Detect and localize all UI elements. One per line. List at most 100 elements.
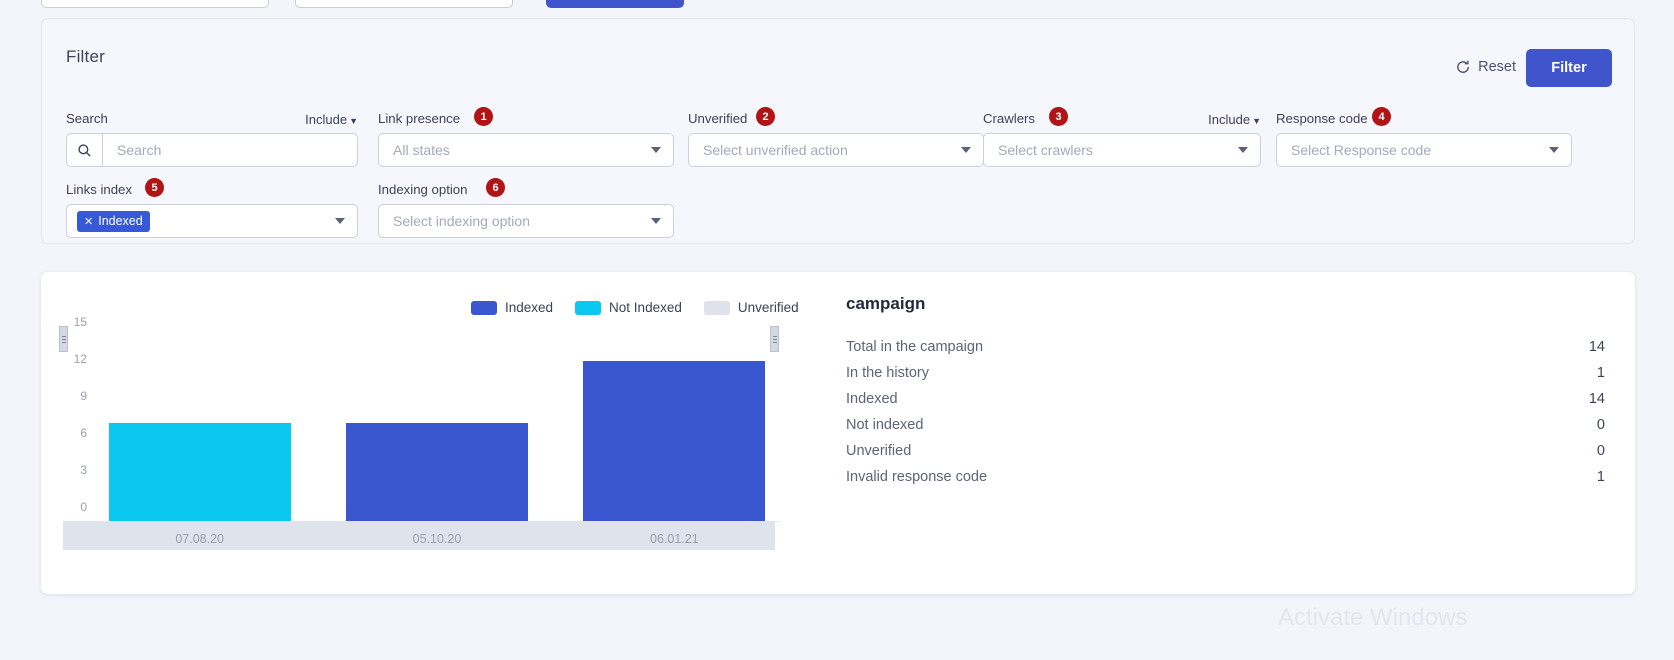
chart-range-navigator[interactable]: 07.08.20 05.10.20 06.01.21	[63, 521, 775, 550]
response-code-value: Select Response code	[1291, 142, 1432, 158]
field-badge-2: 2	[756, 107, 775, 126]
field-label-links-index: Links index	[66, 182, 132, 197]
legend-swatch-unverified	[703, 300, 730, 315]
stat-row: In the history 1	[846, 360, 1605, 386]
chevron-down-icon	[651, 218, 661, 224]
right-rail	[1662, 0, 1674, 660]
stat-row: Unverified 0	[846, 438, 1605, 464]
close-icon[interactable]: ✕	[84, 215, 93, 228]
y-tick-label: 6	[80, 426, 87, 441]
stat-label: Not indexed	[846, 417, 924, 433]
legend-label-unverified: Unverified	[737, 300, 799, 315]
field-label-link-presence: Link presence	[378, 111, 461, 126]
x-tick-label: 05.10.20	[412, 532, 462, 546]
stat-value: 0	[1596, 443, 1605, 459]
stat-value: 14	[1588, 339, 1605, 355]
x-tick-label: 06.01.21	[649, 532, 699, 546]
y-tick-label: 12	[73, 352, 87, 367]
filter-submit-button[interactable]: Filter	[1526, 49, 1612, 87]
search-icon	[67, 134, 103, 166]
include-toggle-search[interactable]: Include ▼	[305, 112, 358, 127]
links-index-select[interactable]: ✕ Indexed	[66, 204, 358, 238]
chevron-down-icon	[961, 147, 971, 153]
unverified-select[interactable]: Select unverified action	[688, 133, 984, 167]
legend-item-not-indexed[interactable]: Not Indexed	[575, 300, 682, 315]
field-badge-4: 4	[1372, 107, 1391, 126]
page-root: Filter Reset Filter Search Include ▼ Sea…	[0, 0, 1674, 660]
stat-label: In the history	[846, 365, 930, 381]
filter-panel-title: Filter	[66, 47, 105, 66]
x-tick-label: 07.08.20	[175, 532, 224, 546]
stat-label: Indexed	[846, 391, 898, 407]
chart-legend: Indexed Not Indexed Unverified	[471, 300, 811, 315]
include-label-search: Include	[305, 112, 348, 127]
field-label-indexing-option: Indexing option	[378, 182, 468, 197]
field-label-response-code: Response code	[1276, 111, 1368, 126]
campaign-title: campaign	[846, 294, 926, 313]
stat-value: 14	[1588, 391, 1605, 407]
legend-label-not-indexed: Not Indexed	[609, 300, 682, 315]
cutoff-button[interactable]	[546, 0, 684, 8]
field-badge-3: 3	[1049, 107, 1068, 126]
legend-item-indexed[interactable]: Indexed	[471, 300, 553, 315]
selected-tag-indexed[interactable]: ✕ Indexed	[77, 210, 150, 232]
y-tick-label: 15	[73, 315, 87, 330]
legend-swatch-not-indexed	[575, 300, 602, 315]
navigator-handle-right[interactable]	[770, 326, 779, 352]
stat-row: Invalid response code 1	[846, 464, 1605, 490]
bar-06.01.21[interactable]	[583, 360, 766, 529]
stat-label: Invalid response code	[846, 469, 988, 485]
link-presence-value: All states	[393, 142, 450, 158]
search-input-placeholder: Search	[117, 142, 162, 158]
y-tick-label: 9	[80, 389, 87, 404]
reset-button[interactable]: Reset	[1455, 59, 1516, 75]
stat-row: Indexed 14	[846, 386, 1605, 412]
chevron-down-icon	[1549, 147, 1559, 153]
field-label-unverified: Unverified	[688, 111, 748, 126]
indexing-option-value: Select indexing option	[393, 213, 530, 229]
stat-row: Not indexed 0	[846, 412, 1605, 438]
search-input[interactable]: Search	[66, 133, 358, 167]
chevron-down-icon	[335, 218, 345, 224]
chevron-down-icon	[651, 147, 661, 153]
include-toggle-crawlers[interactable]: Include ▼	[1208, 112, 1261, 127]
stat-value: 0	[1596, 417, 1605, 433]
unverified-value: Select unverified action	[703, 142, 848, 158]
stat-value: 1	[1596, 365, 1605, 381]
legend-swatch-indexed	[471, 300, 497, 315]
field-badge-6: 6	[486, 178, 505, 197]
reset-icon	[1455, 59, 1471, 75]
legend-label-indexed: Indexed	[505, 300, 554, 315]
cutoff-input-1[interactable]	[41, 0, 269, 8]
stat-value: 1	[1596, 469, 1605, 485]
crawlers-value: Select crawlers	[998, 142, 1093, 158]
selected-tag-label: Indexed	[98, 214, 143, 228]
bar-chart-plot: 15 12 9 6 3 0 07.08.20 05.10.20 06.01.21	[59, 315, 793, 574]
chevron-down-icon	[1238, 147, 1248, 153]
stat-row: Total in the campaign 14	[846, 334, 1605, 360]
chevron-down-icon: ▼	[1252, 116, 1261, 126]
bar-05.10.20[interactable]	[346, 422, 528, 529]
field-label-search: Search	[66, 111, 108, 126]
link-presence-select[interactable]: All states	[378, 133, 674, 167]
cutoff-input-2[interactable]	[295, 0, 513, 8]
legend-item-unverified[interactable]: Unverified	[703, 300, 799, 315]
stat-label: Total in the campaign	[846, 339, 984, 355]
bar-07.08.20[interactable]	[108, 422, 291, 529]
crawlers-select[interactable]: Select crawlers	[983, 133, 1261, 167]
field-badge-1: 1	[474, 107, 493, 126]
include-label-crawlers: Include	[1208, 112, 1251, 127]
y-tick-label: 0	[80, 500, 87, 514]
campaign-stats-list: Total in the campaign 14 In the history 1 In…	[846, 334, 1605, 490]
campaign-stats-panel: campaign Total in the campaign 14 In the h…	[846, 294, 1605, 490]
response-code-select[interactable]: Select Response code	[1276, 133, 1572, 167]
field-badge-5: 5	[145, 178, 164, 197]
indexing-option-select[interactable]: Select indexing option	[378, 204, 674, 238]
reset-label: Reset	[1478, 59, 1516, 75]
field-label-crawlers: Crawlers	[983, 111, 1036, 126]
y-tick-label: 3	[80, 463, 87, 478]
cut-off-toolbar	[0, 0, 1674, 8]
navigator-handle-left[interactable]	[59, 326, 68, 352]
chart-panel: Indexed Not Indexed Unverified 15 12 9 6 3 0 …	[41, 272, 1635, 594]
activate-windows-watermark: Activate Windows	[1278, 604, 1468, 631]
